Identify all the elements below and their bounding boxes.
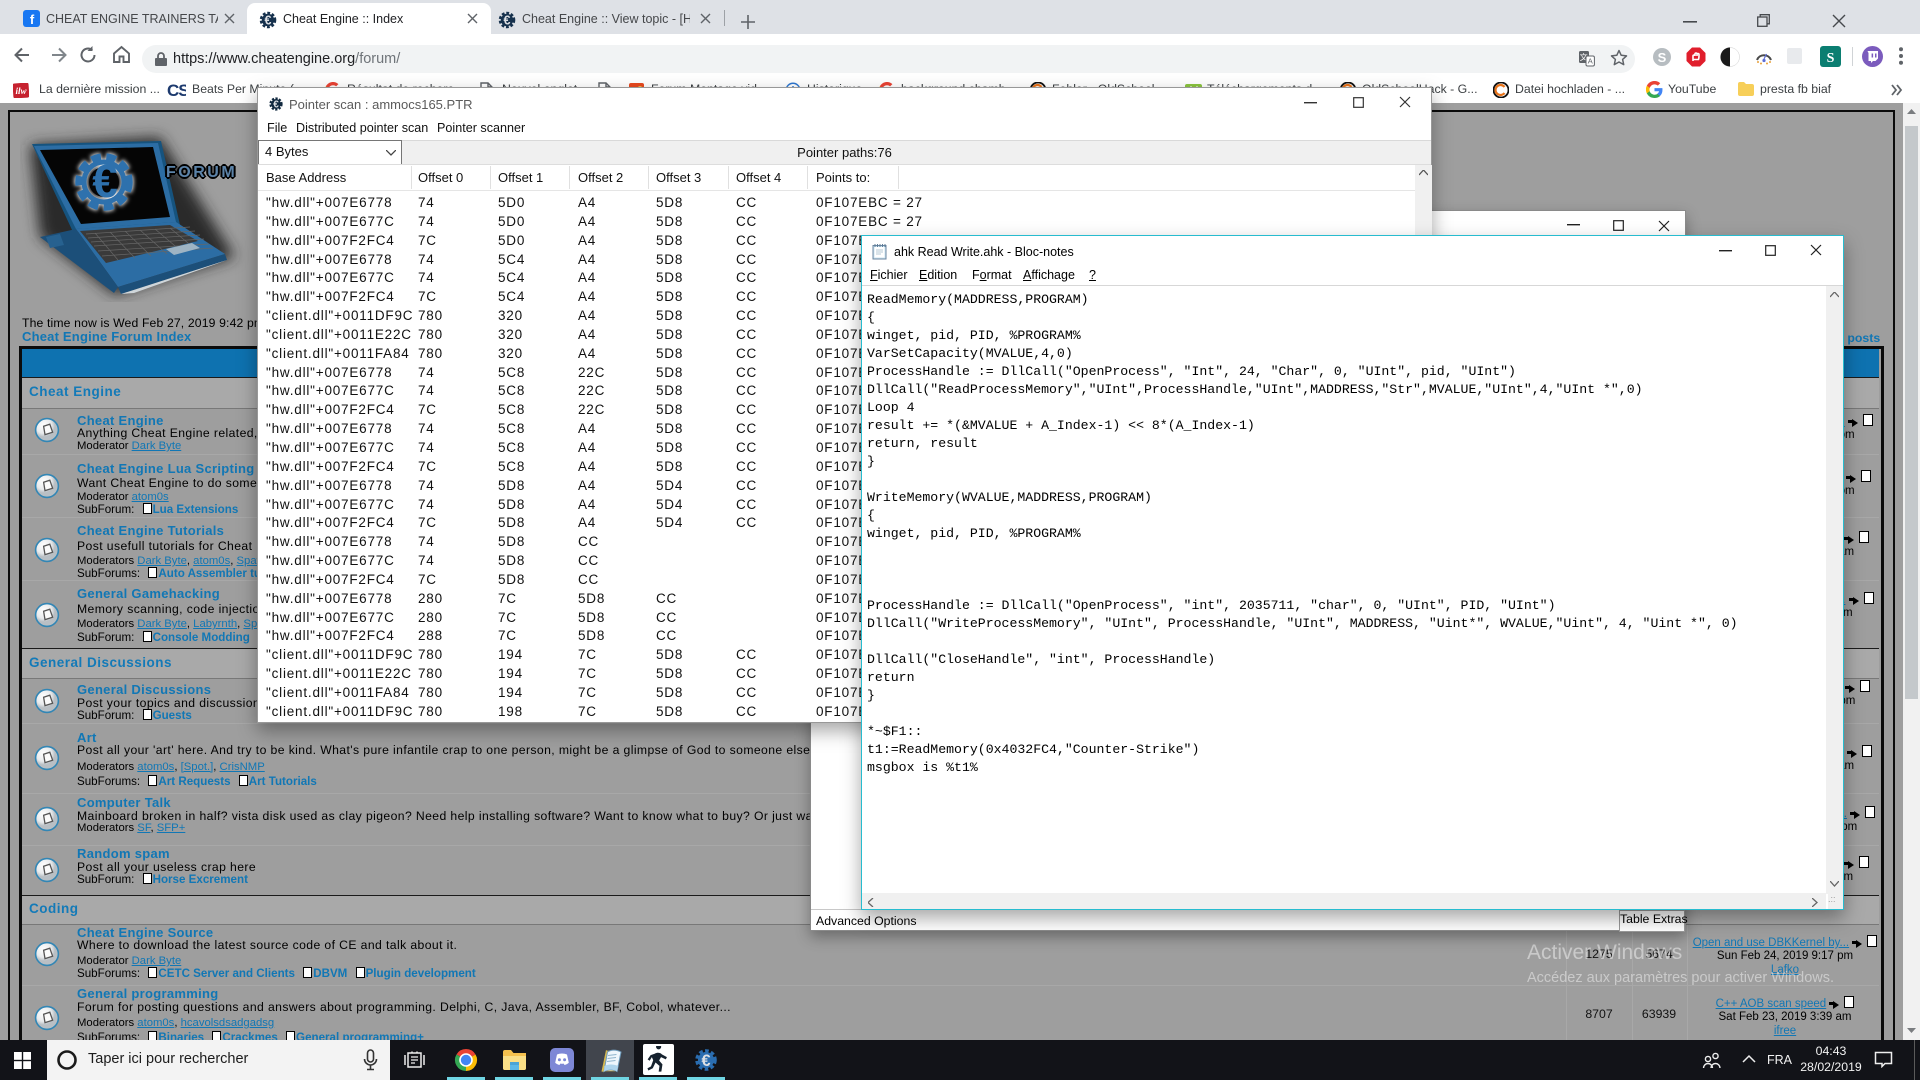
svg-text:S: S [1827, 51, 1835, 66]
svg-text:CS: CS [167, 81, 186, 99]
svg-text:€: € [92, 155, 118, 207]
svg-text:f: f [30, 12, 35, 27]
svg-text:ilw: ilw [15, 86, 27, 96]
svg-text:A: A [1588, 57, 1593, 66]
svg-text:S: S [1658, 50, 1667, 65]
